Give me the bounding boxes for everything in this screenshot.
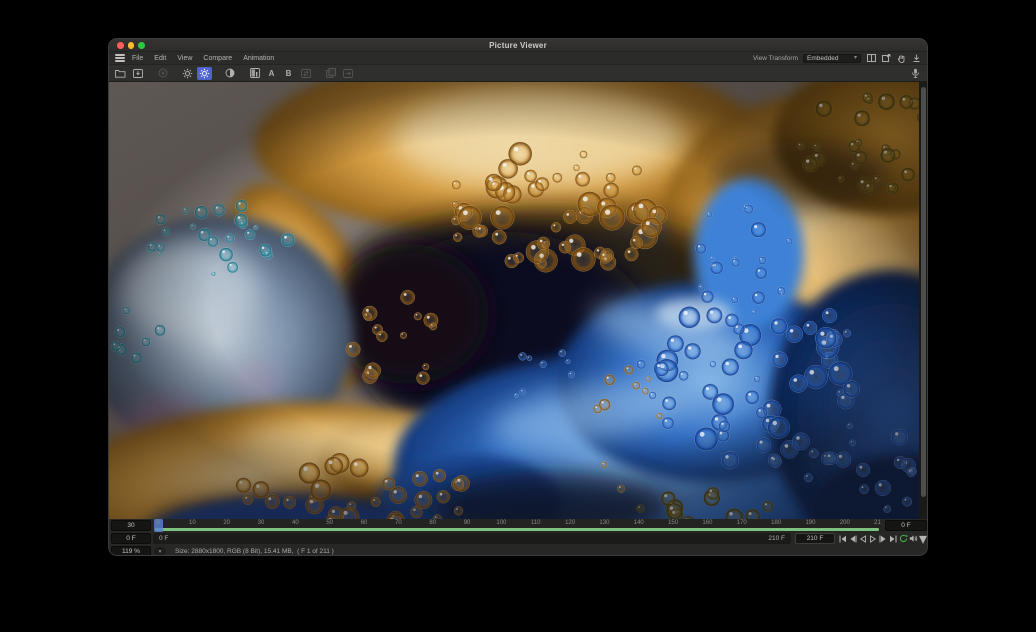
- compare-a-button[interactable]: A: [264, 67, 279, 80]
- audio-volume-button[interactable]: [909, 533, 918, 544]
- dock-pin-icon[interactable]: [911, 54, 921, 63]
- ruler-tick-label: 90: [464, 520, 471, 526]
- ruler-tick-label: 180: [771, 520, 781, 526]
- fps-field[interactable]: 30: [111, 520, 151, 531]
- play-forward-button[interactable]: [868, 533, 877, 544]
- ruler-tick-label: 170: [737, 520, 747, 526]
- fullscreen-button[interactable]: [138, 42, 145, 49]
- ruler-tick-label: 0: [156, 520, 159, 526]
- ruler-tick-label: 60: [361, 520, 368, 526]
- start-frame-field[interactable]: 0 F: [111, 533, 151, 544]
- toolbar: A B: [109, 65, 927, 82]
- step-backward-button[interactable]: [848, 533, 857, 544]
- view-transform-label: View Transform: [753, 55, 798, 62]
- stop-render-button[interactable]: [155, 67, 170, 80]
- view-transform-dropdown[interactable]: Embedded ▾: [803, 54, 861, 63]
- rendered-image: [109, 82, 921, 519]
- range-start-label: 0 F: [159, 535, 168, 542]
- save-image-button[interactable]: [130, 67, 145, 80]
- cached-range-bar: [155, 528, 879, 532]
- minimize-button[interactable]: [128, 42, 135, 49]
- ruler-tick-label: 200: [840, 520, 850, 526]
- viewer-canvas[interactable]: [109, 82, 927, 519]
- loop-playback-button[interactable]: [899, 533, 908, 544]
- microphone-snapshot-icon[interactable]: [908, 67, 923, 80]
- playback-options-dropdown[interactable]: ▾: [919, 533, 927, 544]
- goto-start-button[interactable]: [838, 533, 847, 544]
- copy-image-button[interactable]: [323, 67, 338, 80]
- ruler-tick-label: 130: [599, 520, 609, 526]
- ruler-tick-label: 140: [634, 520, 644, 526]
- histogram-icon[interactable]: [247, 67, 262, 80]
- end-frame-field[interactable]: 210 F: [795, 533, 835, 544]
- play-backward-button[interactable]: [858, 533, 867, 544]
- compare-b-button[interactable]: B: [281, 67, 296, 80]
- menu-item[interactable]: Animation: [243, 55, 274, 62]
- ruler-tick-label: 30: [258, 520, 265, 526]
- transport-controls: ▾: [838, 532, 927, 545]
- chevron-down-icon: ▾: [854, 55, 857, 61]
- ruler-tick-label: 50: [326, 520, 333, 526]
- ruler-tick-label: 20: [223, 520, 230, 526]
- ruler-tick-label: 120: [565, 520, 575, 526]
- menu-item[interactable]: File: [132, 55, 143, 62]
- view-transform-value: Embedded: [807, 55, 854, 62]
- settings-gear-icon[interactable]: [180, 67, 195, 80]
- menubar-right: View Transform Embedded ▾: [753, 54, 921, 63]
- ruler-tick-label: 70: [395, 520, 402, 526]
- close-button[interactable]: [117, 42, 124, 49]
- split-view-icon[interactable]: [866, 54, 876, 63]
- menu-item[interactable]: View: [177, 55, 192, 62]
- ruler-tick-label: 40: [292, 520, 299, 526]
- traffic-lights: [117, 42, 145, 49]
- goto-end-button[interactable]: [889, 533, 898, 544]
- step-forward-button[interactable]: [879, 533, 888, 544]
- ruler-tick-label: 10: [189, 520, 196, 526]
- zoom-level-field[interactable]: 119 %: [111, 546, 151, 556]
- pop-out-icon[interactable]: [881, 54, 891, 63]
- swap-ab-button[interactable]: [298, 67, 313, 80]
- export-image-button[interactable]: [340, 67, 355, 80]
- ruler-tick-label: 80: [429, 520, 436, 526]
- menu-item[interactable]: Edit: [154, 55, 166, 62]
- ruler-tick-label: 210: [874, 520, 881, 526]
- vertical-scrollbar[interactable]: [919, 82, 927, 519]
- window-title: Picture Viewer: [109, 41, 927, 50]
- status-bar-text: Size: 2880x1800, RGB (8 Bit), 15.41 MB, …: [175, 545, 334, 556]
- contrast-filter-icon[interactable]: [222, 67, 237, 80]
- ruler-tick-label: 190: [805, 520, 815, 526]
- menu-items: File Edit View Compare Animation: [132, 55, 274, 62]
- desktop: { "window": { "title": "Picture Viewer" …: [0, 0, 1036, 632]
- timeline-footer: 30 0 10 20 30 40 50 60 70 80 90 100 110 120 130 140 150…: [109, 519, 927, 556]
- frame-range-slider[interactable]: 0 F 210 F: [153, 533, 791, 544]
- range-end-label: 210 F: [768, 535, 785, 542]
- titlebar: Picture Viewer: [109, 39, 927, 52]
- timeline-ruler[interactable]: 0 10 20 30 40 50 60 70 80 90 100 110 120 130 140 150 160…: [153, 519, 881, 532]
- ruler-tick-label: 150: [668, 520, 678, 526]
- ruler-tick-label: 160: [702, 520, 712, 526]
- menubar: File Edit View Compare Animation View Transf…: [109, 52, 927, 65]
- pan-hand-icon[interactable]: [896, 54, 906, 63]
- ruler-tick-label: 110: [531, 520, 541, 526]
- hamburger-menu-icon[interactable]: [115, 53, 125, 64]
- zoom-dropdown-button[interactable]: ▾: [154, 547, 166, 556]
- open-file-button[interactable]: [113, 67, 128, 80]
- vertical-scrollbar-thumb[interactable]: [921, 87, 926, 497]
- picture-viewer-window: Picture Viewer File Edit View Compare Animat…: [108, 38, 928, 556]
- ruler-tick-label: 100: [496, 520, 506, 526]
- render-gear-icon-active[interactable]: [197, 67, 212, 80]
- menu-item[interactable]: Compare: [203, 55, 232, 62]
